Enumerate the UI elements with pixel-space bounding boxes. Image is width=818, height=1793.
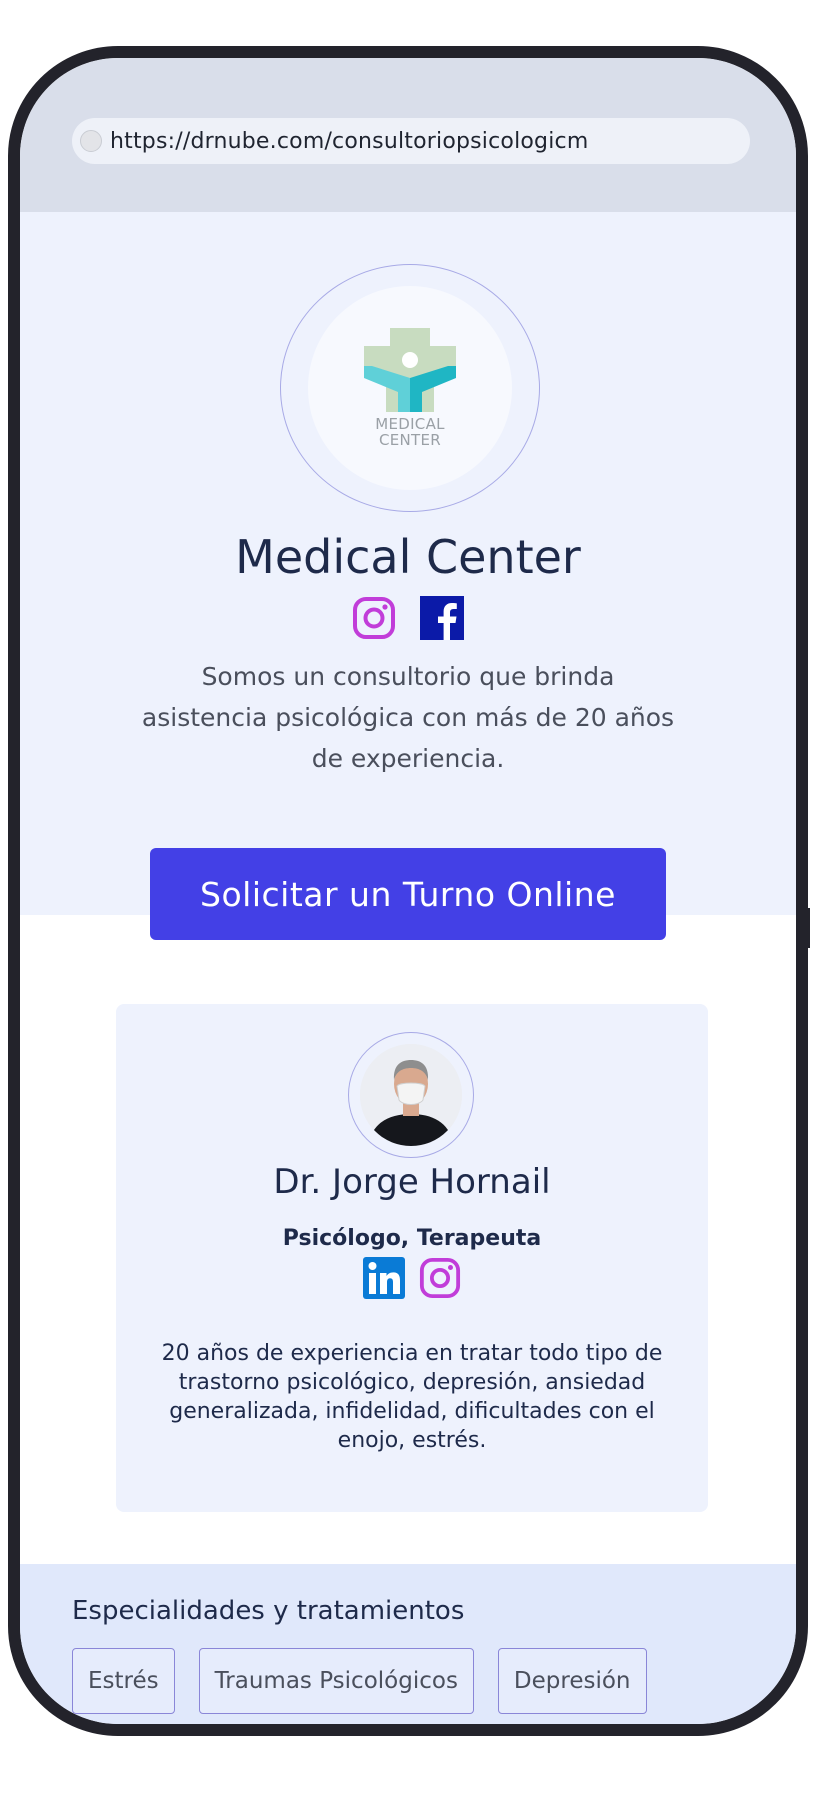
address-bar[interactable]: https://drnube.com/consultoriopsicologic… <box>72 118 750 164</box>
url-text: https://drnube.com/consultoriopsicologic… <box>110 128 589 154</box>
book-appointment-button[interactable]: Solicitar un Turno Online <box>150 848 666 940</box>
doctor-card: Dr. Jorge Hornail Psicólogo, Terapeuta 2… <box>116 1004 708 1512</box>
avatar-ring <box>348 1032 474 1158</box>
specialty-tag[interactable]: Traumas Psicológicos <box>198 1648 474 1714</box>
instagram-icon[interactable] <box>352 596 396 640</box>
logo-text-line-1: MEDICAL <box>375 415 445 433</box>
facebook-icon[interactable] <box>420 596 464 640</box>
specialties-title: Especialidades y tratamientos <box>72 1596 465 1626</box>
clinic-social-links <box>20 596 796 640</box>
site-status-icon <box>80 130 102 152</box>
medical-cross-icon <box>364 328 456 412</box>
specialties-section: Especialidades y tratamientos Estrés Tra… <box>20 1564 796 1724</box>
linkedin-icon[interactable] <box>363 1257 405 1299</box>
logo-ring: MEDICAL CENTER <box>280 264 540 512</box>
logo-text: MEDICAL CENTER <box>375 416 445 448</box>
doctor-description: 20 años de experiencia en tratar todo ti… <box>161 1341 663 1453</box>
page-title: Medical Center <box>235 530 581 584</box>
doctor-name: Dr. Jorge Hornail <box>273 1162 551 1202</box>
doctor-social-links <box>116 1257 708 1299</box>
specialty-tags: Estrés Traumas Psicológicos Depresión <box>72 1648 647 1714</box>
clinic-description: Somos un consultorio que brinda asistenc… <box>141 662 675 773</box>
doctor-role: Psicólogo, Terapeuta <box>282 1226 542 1251</box>
logo-text-line-2: CENTER <box>378 431 442 449</box>
browser-bar: https://drnube.com/consultoriopsicologic… <box>20 58 796 212</box>
medical-center-logo: MEDICAL CENTER <box>308 286 512 490</box>
instagram-icon[interactable] <box>419 1257 461 1299</box>
phone-frame: https://drnube.com/consultoriopsicologic… <box>8 46 808 1736</box>
doctor-avatar <box>360 1044 462 1146</box>
doctor-photo <box>360 1044 462 1146</box>
hero-section: MEDICAL CENTER Medical Center Somos un c… <box>20 212 796 940</box>
specialty-tag[interactable]: Estrés <box>72 1648 175 1714</box>
specialty-tag[interactable]: Depresión <box>497 1648 647 1714</box>
